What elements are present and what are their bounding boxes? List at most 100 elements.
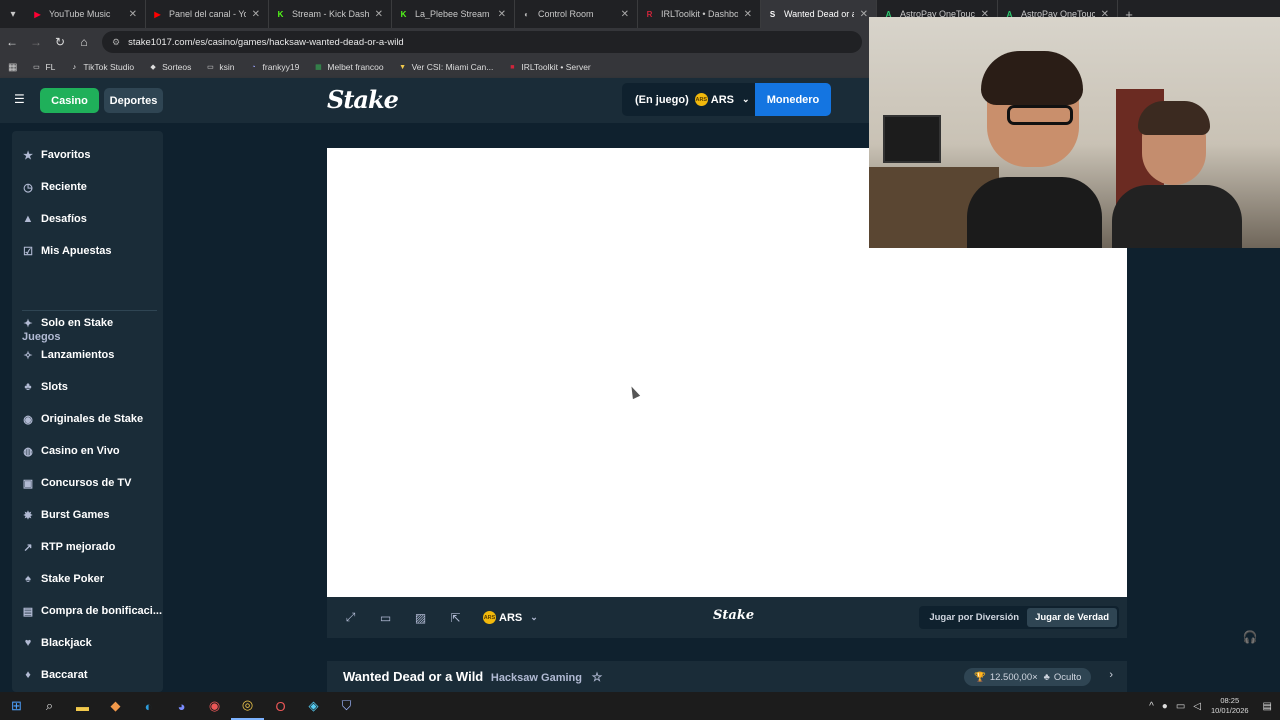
sidebar-item[interactable]: ↗ RTP mejorado [22,537,115,557]
monedero-button[interactable]: Monedero [755,83,831,116]
opera-icon[interactable]: O [264,692,297,720]
clock[interactable]: 08:25 10/01/2026 [1211,696,1249,716]
play-fun-button[interactable]: Jugar por Diversión [921,608,1027,627]
sidebar-item[interactable]: ♥ Blackjack [22,633,92,653]
fullscreen-icon[interactable]: ⤢ [333,610,368,625]
browser-tab[interactable]: S Wanted Dead or a Wil ✕ [761,0,877,28]
sidebar-item-label: Baccarat [41,669,88,681]
sidebar-item[interactable]: ☑ Mis Apuestas [22,241,111,261]
browser-tab[interactable]: ▶ YouTube Music ✕ [26,0,146,28]
sidebar-item[interactable]: ♣ Slots [22,377,68,397]
browser-tab[interactable]: ◐ Control Room ✕ [515,0,638,28]
sidebar-item[interactable]: ✧ Lanzamientos [22,345,114,365]
wallet-currency: ARS [710,93,735,106]
browser-tab[interactable]: ▶ Panel del canal - You ✕ [146,0,269,28]
back-icon[interactable]: ← [0,35,24,49]
apps-grid-icon[interactable]: ▦ [8,62,17,73]
chevron-up-icon[interactable]: ^ [1149,701,1154,712]
volume-icon[interactable]: ◁ [1193,701,1201,712]
stats-icon[interactable]: ▨ [403,611,438,625]
bookmark-item[interactable]: ◆ Sorteos [148,62,191,72]
deportes-button[interactable]: Deportes [104,88,163,113]
mouse-cursor-icon [627,384,641,400]
menu-hamburger-icon[interactable]: ☰ [14,92,26,106]
tab-close-icon[interactable]: ✕ [621,9,629,20]
clock-date: 10/01/2026 [1211,706,1249,715]
file-explorer-icon[interactable]: ▬ [66,692,99,720]
sidebar-item[interactable]: ◷ Reciente [22,177,87,197]
sidebar-item[interactable]: ◉ Originales de Stake [22,409,143,429]
tab-close-icon[interactable]: ✕ [129,9,137,20]
support-headset-icon[interactable]: 🎧 [1236,623,1264,651]
tab-close-icon[interactable]: ✕ [744,9,752,20]
casino-button[interactable]: Casino [40,88,99,113]
microphone-icon[interactable]: ● [1162,701,1168,712]
shield-icon[interactable]: ⛉ [330,692,363,720]
tab-close-icon[interactable]: ✕ [375,9,383,20]
bookmark-item[interactable]: ▦ Melbet francoo [313,62,384,72]
sidebar: ★ Favoritos ◷ Reciente ▲ Desafíos ☑ Mis Apuesta… [0,123,174,692]
wallet-selector[interactable]: (En juego) ARS ARS ⌄ [622,83,755,116]
tab-close-icon[interactable]: ✕ [252,9,260,20]
burst-icon: ✸ [23,509,33,522]
game-stats-badge: 🏆 12.500,00× ♣ Oculto [964,668,1092,686]
cards-icon: ♥ [24,637,32,649]
sidebar-item[interactable]: ★ Favoritos [22,145,90,165]
bookmark-item[interactable]: ▼ Ver CSI: Miami Can... [398,62,493,72]
discord-icon[interactable]: ◕ [165,692,198,720]
tab-close-icon[interactable]: ✕ [860,9,868,20]
volatility-icon: ♣ [1043,671,1050,683]
bookmark-item[interactable]: ■ IRLToolkit • Server [507,62,591,72]
chevron-right-icon[interactable]: › [1109,669,1113,681]
second-person [1112,101,1242,248]
theatre-mode-icon[interactable]: ▭ [368,611,403,625]
edge-icon[interactable]: ◐ [132,692,165,720]
browser-tab[interactable]: K Stream - Kick Dashbo ✕ [269,0,392,28]
home-icon[interactable]: ⌂ [72,35,96,49]
streamer-person [967,51,1102,248]
notification-icon[interactable]: ▤ [1263,701,1272,712]
game-provider[interactable]: Hacksaw Gaming [491,672,582,684]
browser-tab[interactable]: R IRLToolkit • Dashboa ✕ [638,0,761,28]
sidebar-item[interactable]: ◍ Casino en Vivo [22,441,119,461]
game-currency: ARS [499,611,523,624]
app-icon[interactable]: ◆ [99,692,132,720]
play-real-button[interactable]: Jugar de Verdad [1027,608,1117,627]
popout-icon[interactable]: ⇱ [438,611,473,625]
bookmark-item[interactable]: ▭ ksin [205,62,234,72]
obs-icon[interactable]: ◉ [198,692,231,720]
game-title: Wanted Dead or a Wild [343,669,484,684]
chrome-icon[interactable]: ◎ [231,692,264,720]
sidebar-panel: ★ Favoritos ◷ Reciente ▲ Desafíos ☑ Mis Apuesta… [12,131,163,692]
reload-icon[interactable]: ↻ [48,35,72,49]
forward-icon[interactable]: → [24,35,48,49]
folder-icon: ▭ [33,64,40,71]
network-icon[interactable]: ▭ [1176,701,1185,712]
tab-search-icon[interactable]: ▾ [0,0,26,28]
bookmark-label: Melbet francoo [327,62,384,72]
url-input[interactable]: ⚙ stake1017.com/es/casino/games/hacksaw-… [102,31,862,53]
star-icon: ★ [23,149,33,162]
bookmark-label: FL [45,62,56,72]
stake-logo[interactable]: Stake [327,85,399,114]
sidebar-item[interactable]: ✦ Solo en Stake [22,313,113,333]
wallet-status: (En juego) [635,93,689,106]
bookmark-item[interactable]: ◔ frankyy19 [249,62,299,72]
windows-start-icon[interactable]: ⊞ [0,692,33,720]
bookmark-item[interactable]: ♪ TikTok Studio [69,62,134,72]
sidebar-item[interactable]: ▤ Compra de bonificaci... [22,601,162,621]
sidebar-item[interactable]: ♠ Stake Poker [22,569,104,589]
sidebar-item[interactable]: ♦ Baccarat [22,665,87,685]
favorite-star-icon[interactable]: ☆ [592,670,603,684]
browser-tab[interactable]: K La_Plebee Stream - W ✕ [392,0,515,28]
sidebar-item[interactable]: ▣ Concursos de TV [22,473,132,493]
search-icon[interactable]: ⌕ [33,692,66,720]
sidebar-item[interactable]: ▲ Desafíos [22,209,87,229]
game-currency-selector[interactable]: ARS ARS ⌄ [483,611,538,624]
tab-close-icon[interactable]: ✕ [498,9,506,20]
game-info-bar[interactable]: Wanted Dead or a Wild Hacksaw Gaming ☆ 🏆… [327,661,1127,692]
sidebar-item[interactable]: ✸ Burst Games [22,505,109,525]
steam-icon[interactable]: ◈ [297,692,330,720]
bookmark-item[interactable]: ▭ FL [31,62,55,72]
site-info-icon[interactable]: ⚙ [112,37,120,48]
